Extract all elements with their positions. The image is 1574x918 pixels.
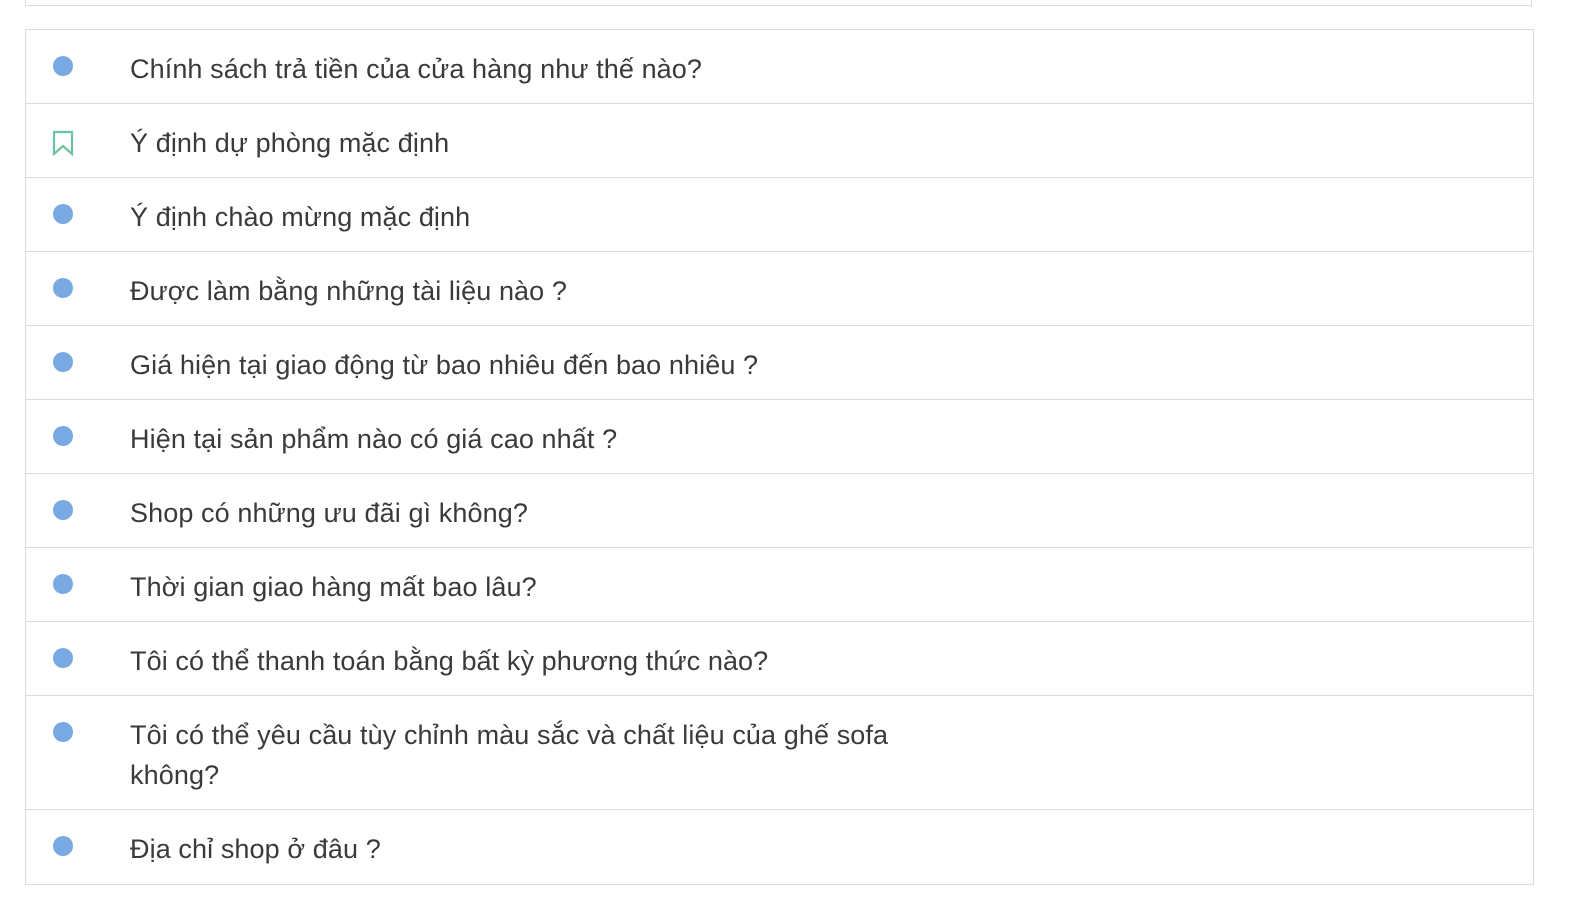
bookmark-icon <box>52 129 74 156</box>
intent-label: Tôi có thể yêu cầu tùy chỉnh màu sắc và … <box>130 720 889 790</box>
intent-row[interactable]: Được làm bằng những tài liệu nào ? <box>26 252 1533 326</box>
circle-dot-icon <box>52 573 74 595</box>
intent-row[interactable]: Hiện tại sản phẩm nào có giá cao nhất ? <box>26 400 1533 474</box>
circle-dot-icon <box>52 351 74 373</box>
circle-dot-icon <box>52 203 74 225</box>
intent-row[interactable]: Shop có những ưu đãi gì không? <box>26 474 1533 548</box>
intent-label: Shop có những ưu đãi gì không? <box>130 498 528 528</box>
intent-list: Chính sách trả tiền của cửa hàng như thế… <box>25 29 1534 885</box>
circle-dot-icon <box>52 647 74 669</box>
intent-row[interactable]: Chính sách trả tiền của cửa hàng như thế… <box>26 30 1533 104</box>
intent-label: Chính sách trả tiền của cửa hàng như thế… <box>130 54 703 84</box>
intent-label: Ý định dự phòng mặc định <box>130 128 450 158</box>
circle-dot-icon <box>52 277 74 299</box>
circle-dot-icon <box>52 425 74 447</box>
intent-label: Ý định chào mừng mặc định <box>130 202 471 232</box>
intent-row[interactable]: Tôi có thể thanh toán bằng bất kỳ phương… <box>26 622 1533 696</box>
circle-dot-icon <box>52 499 74 521</box>
circle-dot-icon <box>52 721 74 743</box>
intent-row[interactable]: Địa chỉ shop ở đâu ? <box>26 810 1533 884</box>
intent-row[interactable]: Tôi có thể yêu cầu tùy chỉnh màu sắc và … <box>26 696 1533 810</box>
intent-label: Tôi có thể thanh toán bằng bất kỳ phương… <box>130 646 769 676</box>
circle-dot-icon <box>52 835 74 857</box>
previous-panel-edge <box>25 0 1532 6</box>
intent-label: Được làm bằng những tài liệu nào ? <box>130 276 568 306</box>
intent-label: Thời gian giao hàng mất bao lâu? <box>130 572 537 602</box>
intent-label: Địa chỉ shop ở đâu ? <box>130 834 381 864</box>
intent-label: Hiện tại sản phẩm nào có giá cao nhất ? <box>130 424 618 454</box>
intent-row[interactable]: Ý định dự phòng mặc định <box>26 104 1533 178</box>
intent-label: Giá hiện tại giao động từ bao nhiêu đến … <box>130 350 759 380</box>
circle-dot-icon <box>52 55 74 77</box>
intent-row[interactable]: Ý định chào mừng mặc định <box>26 178 1533 252</box>
intent-row[interactable]: Giá hiện tại giao động từ bao nhiêu đến … <box>26 326 1533 400</box>
intent-row[interactable]: Thời gian giao hàng mất bao lâu? <box>26 548 1533 622</box>
